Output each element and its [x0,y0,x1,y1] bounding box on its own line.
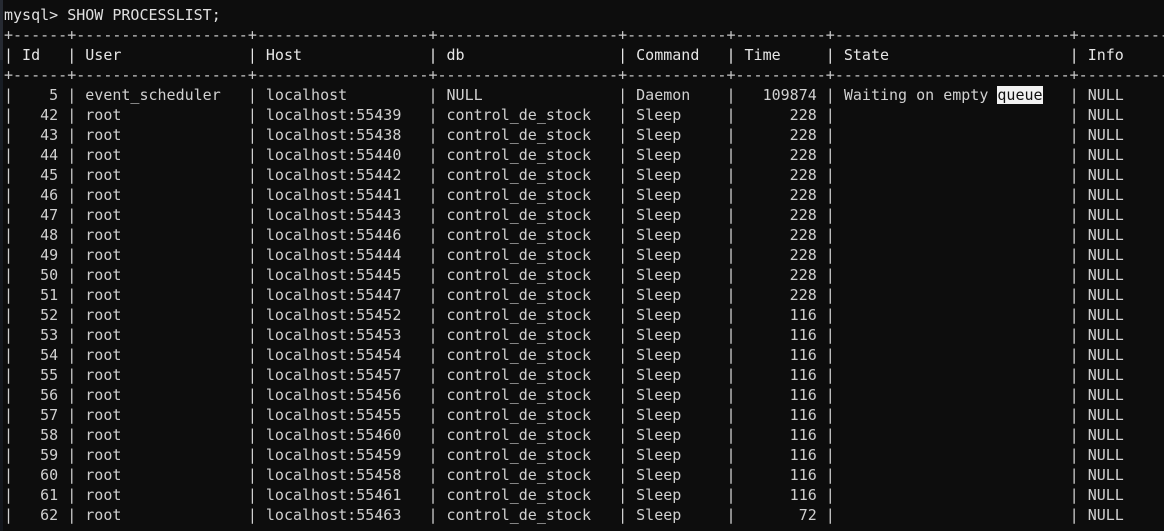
table-row[interactable]: | 57 | root | localhost:55455 | control_… [4,405,1164,425]
selected-text-highlight[interactable]: queue [997,86,1043,104]
window-left-edge-strip [0,0,3,531]
table-row[interactable]: | 43 | root | localhost:55438 | control_… [4,125,1164,145]
table-row[interactable]: | 62 | root | localhost:55463 | control_… [4,505,1164,525]
table-header-separator: +------+-------------------+------------… [4,66,1164,84]
table-row[interactable]: | 60 | root | localhost:55458 | control_… [4,465,1164,485]
table-row[interactable]: | 53 | root | localhost:55453 | control_… [4,325,1164,345]
table-row[interactable]: | 50 | root | localhost:55445 | control_… [4,265,1164,285]
mysql-prompt-line[interactable]: mysql> SHOW PROCESSLIST; [4,5,1164,25]
table-row[interactable]: | 51 | root | localhost:55447 | control_… [4,285,1164,305]
table-row[interactable]: | 55 | root | localhost:55457 | control_… [4,365,1164,385]
table-row[interactable]: | 42 | root | localhost:55439 | control_… [4,105,1164,125]
table-row[interactable]: | 49 | root | localhost:55444 | control_… [4,245,1164,265]
table-row[interactable]: | 48 | root | localhost:55446 | control_… [4,225,1164,245]
table-row[interactable]: | 59 | root | localhost:55459 | control_… [4,445,1164,465]
table-row[interactable]: | 52 | root | localhost:55452 | control_… [4,305,1164,325]
table-row[interactable]: | 44 | root | localhost:55440 | control_… [4,145,1164,165]
table-row[interactable]: | 5 | event_scheduler | localhost | NULL… [4,85,1164,105]
mysql-terminal-window[interactable]: mysql> SHOW PROCESSLIST; +------+--------… [0,0,1164,531]
table-row[interactable]: | 58 | root | localhost:55460 | control_… [4,425,1164,445]
table-header-row: | Id | User | Host | db | Command | Time… [4,46,1164,64]
table-top-border: +------+-------------------+------------… [4,26,1164,44]
terminal-output[interactable]: mysql> SHOW PROCESSLIST; +------+--------… [4,5,1164,525]
table-row[interactable]: | 47 | root | localhost:55443 | control_… [4,205,1164,225]
table-row[interactable]: | 54 | root | localhost:55454 | control_… [4,345,1164,365]
table-row[interactable]: | 56 | root | localhost:55456 | control_… [4,385,1164,405]
table-row[interactable]: | 61 | root | localhost:55461 | control_… [4,485,1164,505]
table-row[interactable]: | 46 | root | localhost:55441 | control_… [4,185,1164,205]
table-row[interactable]: | 45 | root | localhost:55442 | control_… [4,165,1164,185]
